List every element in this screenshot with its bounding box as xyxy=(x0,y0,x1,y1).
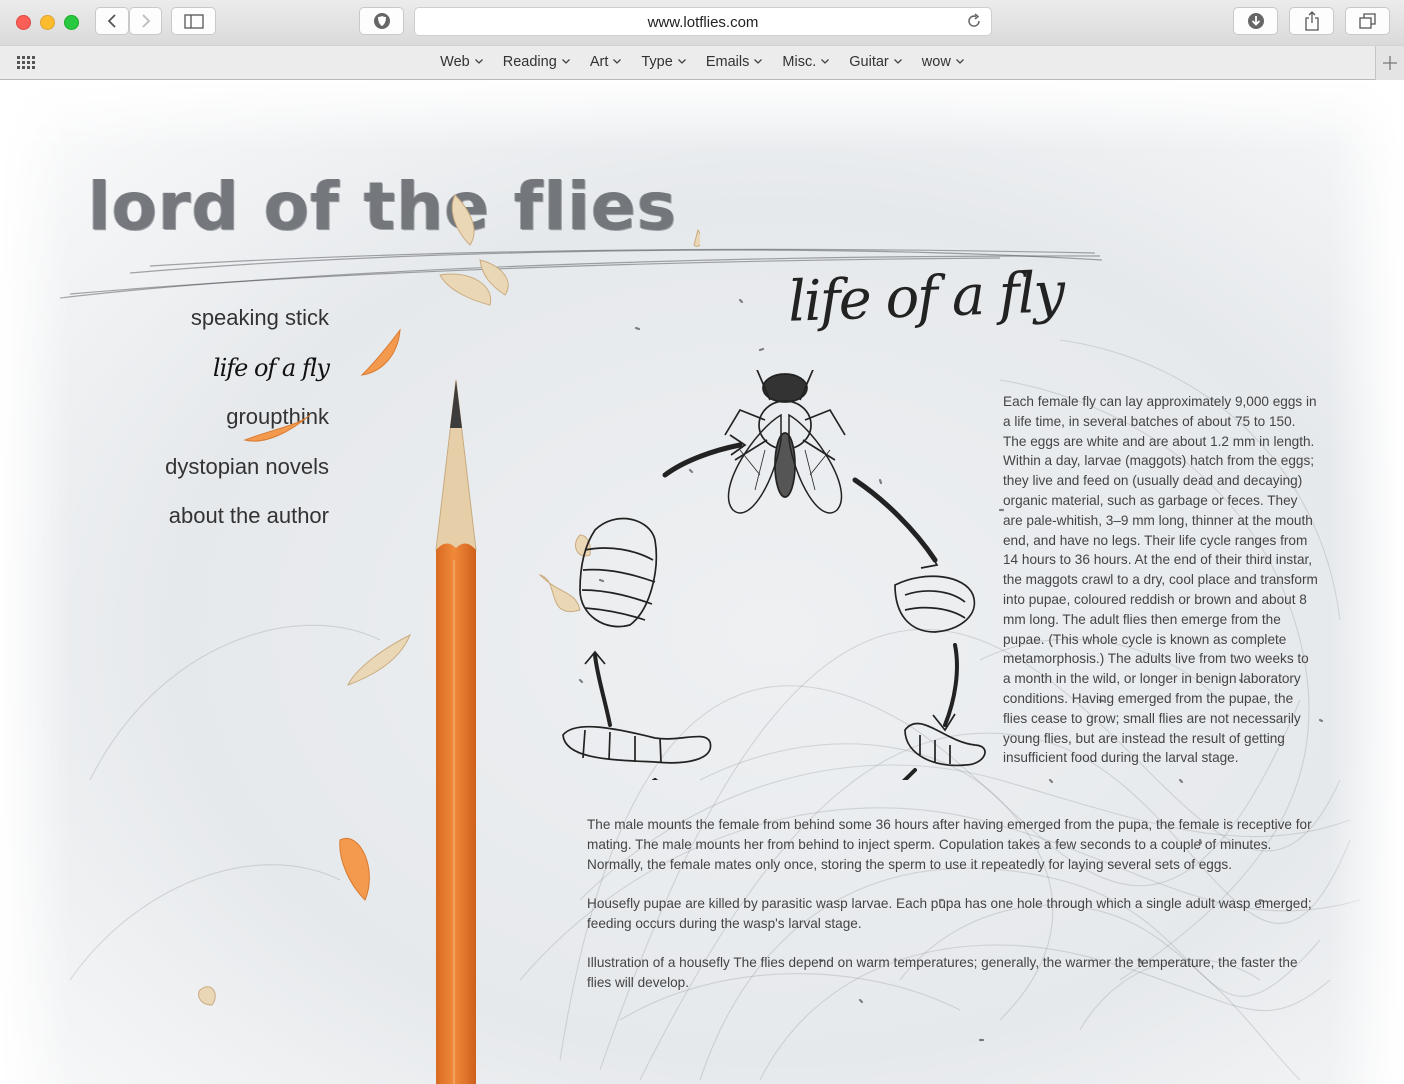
fly-life-cycle-illustration xyxy=(562,370,986,780)
favorite-label: Misc. xyxy=(782,54,817,70)
body-paragraph: Illustration of a housefly The flies dep… xyxy=(587,955,1298,990)
browser-toolbar: www.lotflies.com xyxy=(0,0,1404,45)
forward-icon xyxy=(141,14,150,28)
favorite-web[interactable]: Web xyxy=(440,54,483,70)
favorite-reading[interactable]: Reading xyxy=(503,54,570,70)
chevron-down-icon xyxy=(474,59,483,64)
favorite-misc[interactable]: Misc. xyxy=(782,54,830,70)
plus-icon xyxy=(1383,56,1397,70)
share-icon xyxy=(1304,11,1319,31)
body-paragraph: The male mounts the female from behind s… xyxy=(587,817,1312,872)
section-heading: life of a fly xyxy=(786,260,1065,335)
favorite-label: Web xyxy=(440,54,470,70)
minimize-button[interactable] xyxy=(40,15,55,30)
download-icon xyxy=(1247,13,1264,29)
chevron-down-icon xyxy=(754,59,763,64)
adult-fly-icon xyxy=(724,370,846,514)
back-icon xyxy=(107,14,116,28)
favorite-label: Type xyxy=(641,54,673,70)
favorites-bar: Web Reading Art Type Emails Misc. Guitar… xyxy=(0,45,1404,80)
reload-icon[interactable] xyxy=(966,13,982,29)
favorite-art[interactable]: Art xyxy=(590,54,622,70)
tabs-button[interactable] xyxy=(1345,7,1390,35)
favorite-emails[interactable]: Emails xyxy=(706,54,763,70)
chevron-down-icon xyxy=(613,59,622,64)
address-bar[interactable]: www.lotflies.com xyxy=(414,7,992,36)
favorite-type[interactable]: Type xyxy=(641,54,686,70)
tabs-icon xyxy=(1358,13,1376,29)
body-paragraph: Housefly pupae are killed by parasitic w… xyxy=(587,896,1312,931)
chevron-down-icon xyxy=(677,59,686,64)
chevron-down-icon xyxy=(821,59,830,64)
privacy-button[interactable] xyxy=(359,7,404,35)
favorite-guitar[interactable]: Guitar xyxy=(849,54,902,70)
favorite-wow[interactable]: wow xyxy=(922,54,964,70)
back-button[interactable] xyxy=(95,7,129,35)
favorite-label: wow xyxy=(921,54,951,70)
favorite-label: Guitar xyxy=(849,54,889,70)
forward-button[interactable] xyxy=(129,7,162,35)
close-button[interactable] xyxy=(16,15,31,30)
privacy-shield-icon xyxy=(373,13,390,29)
chevron-down-icon xyxy=(955,59,964,64)
body-paragraph: Each female fly can lay approximately 9,… xyxy=(1003,394,1318,766)
page-background: lord of the flies speaking stick life of… xyxy=(0,80,1404,1084)
sidebar-button[interactable] xyxy=(171,7,216,35)
favorites-list: Web Reading Art Type Emails Misc. Guitar… xyxy=(0,54,1404,70)
sidebar-icon xyxy=(183,13,204,29)
url-text: www.lotflies.com xyxy=(647,14,759,31)
chevron-down-icon xyxy=(893,59,902,64)
chevron-down-icon xyxy=(561,59,570,64)
new-tab-button[interactable] xyxy=(1375,46,1404,80)
favorite-label: Reading xyxy=(502,54,557,70)
favorite-label: Art xyxy=(589,54,609,70)
downloads-button[interactable] xyxy=(1233,7,1278,35)
favorite-label: Emails xyxy=(705,54,750,70)
maximize-button[interactable] xyxy=(64,15,79,30)
share-button[interactable] xyxy=(1289,7,1334,35)
